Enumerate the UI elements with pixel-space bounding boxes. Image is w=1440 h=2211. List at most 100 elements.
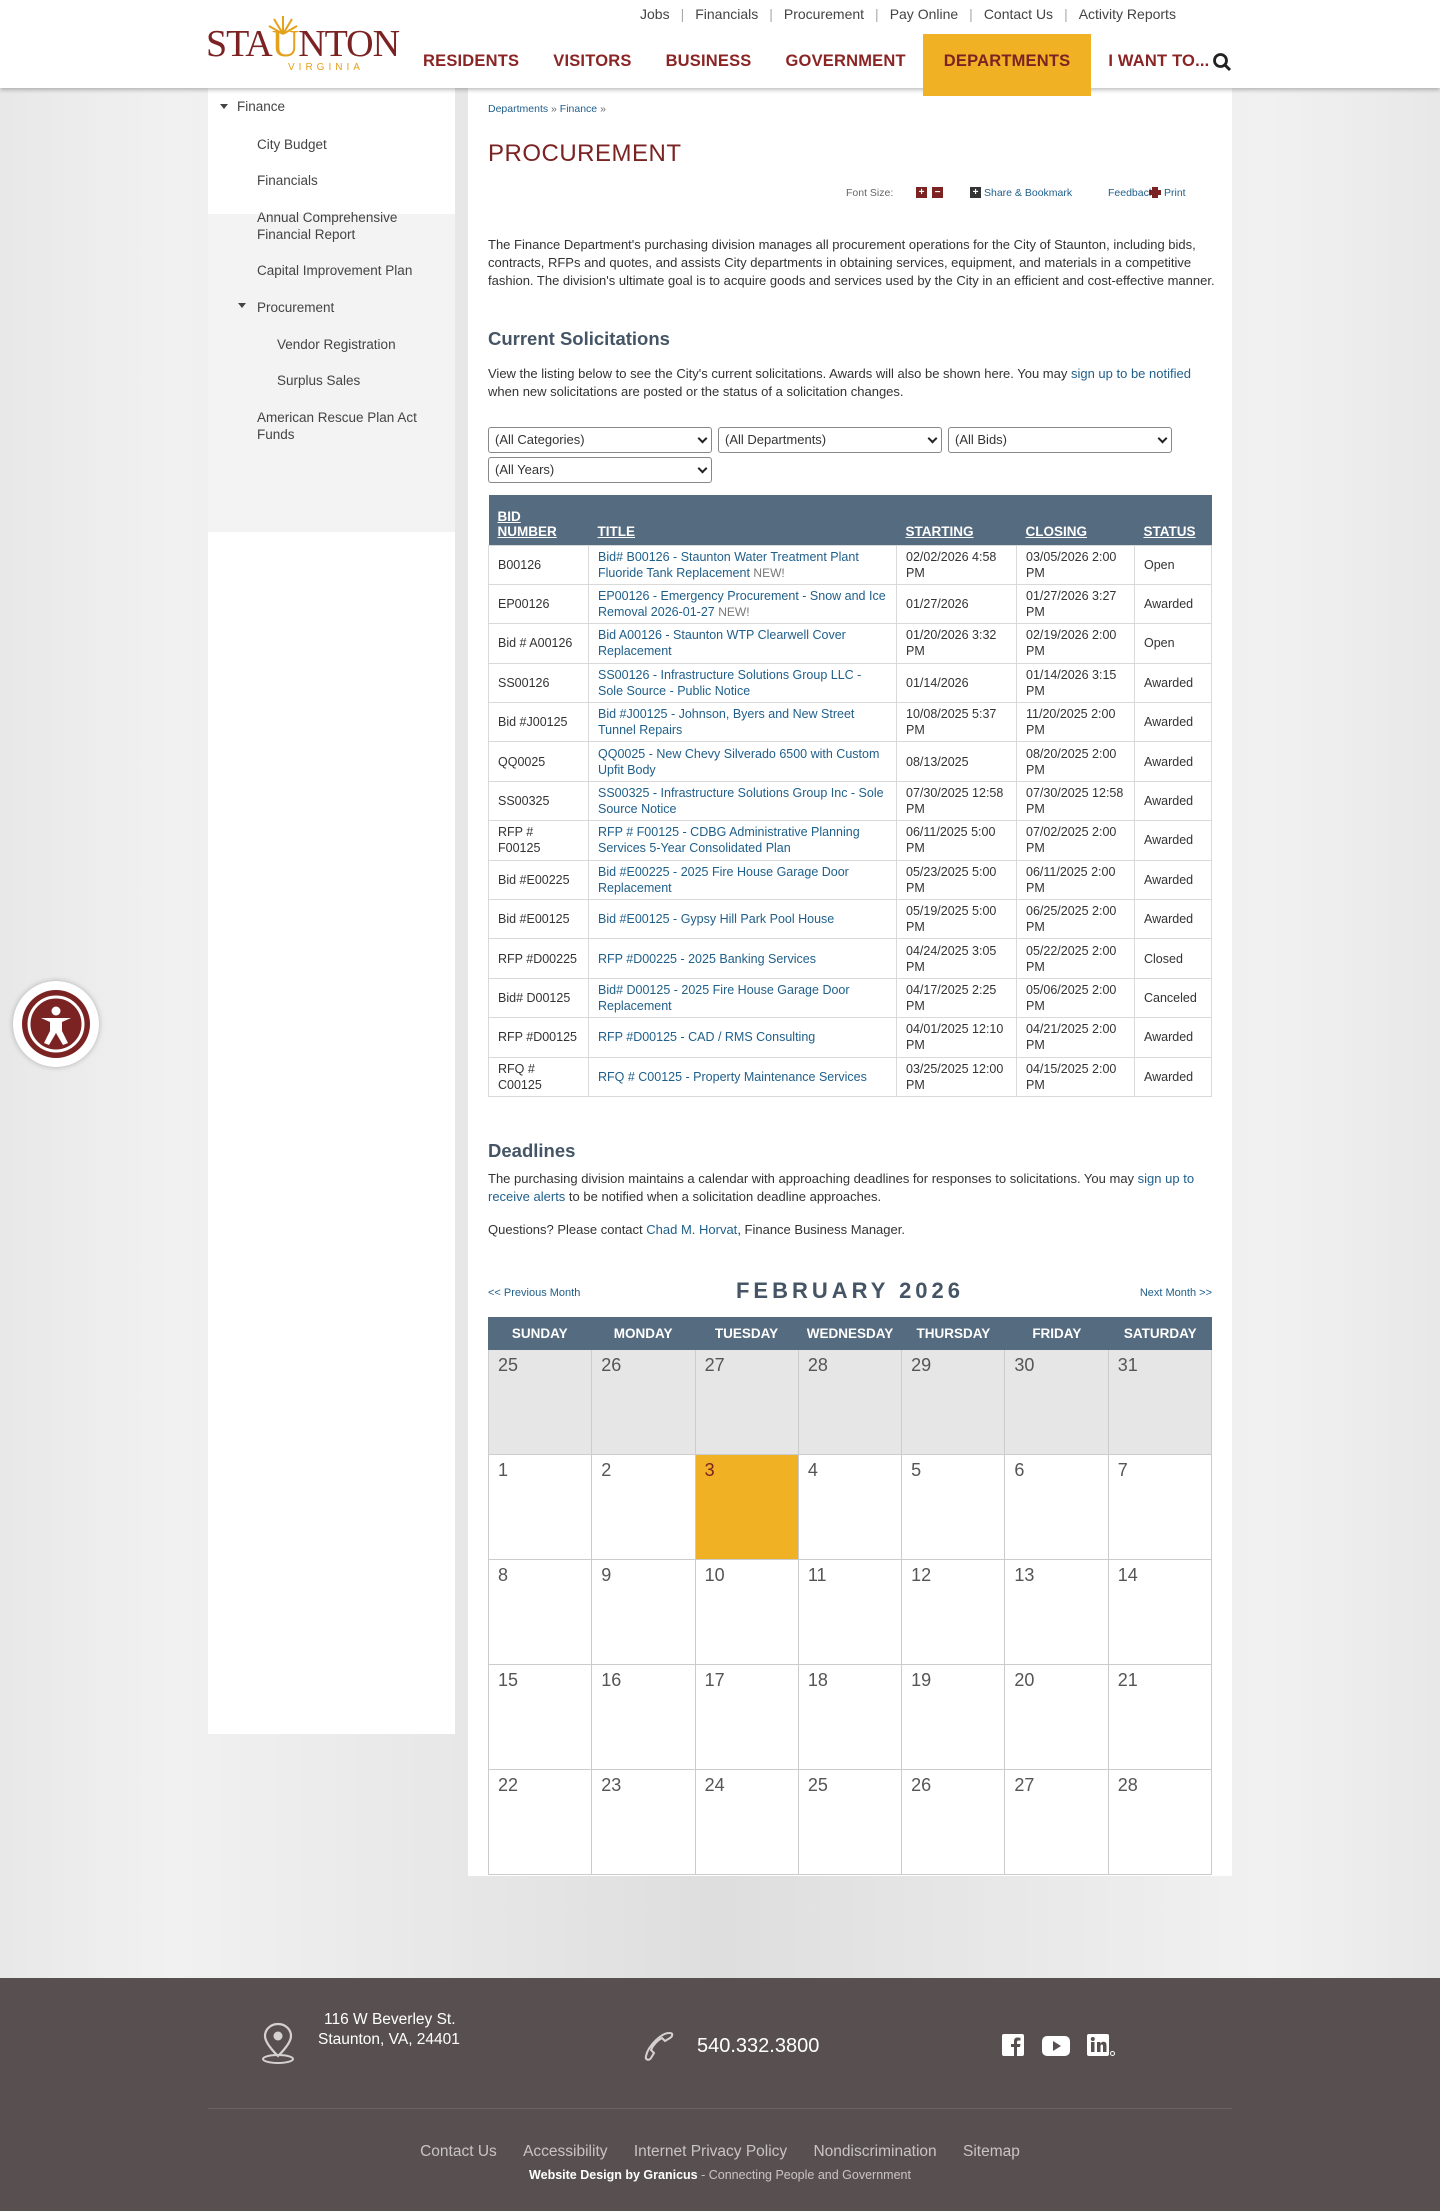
sidebar-item-capital-improvement-plan[interactable]: Capital Improvement Plan — [257, 262, 412, 279]
sidebar-item-city-budget[interactable]: City Budget — [257, 136, 327, 153]
solicitation-link[interactable]: QQ0025 - New Chevy Silverado 6500 with C… — [598, 747, 879, 777]
sign-up-notified-link[interactable]: sign up to be notified — [1071, 366, 1191, 381]
search-icon[interactable] — [1212, 52, 1232, 72]
calendar-day[interactable]: 28 — [1108, 1770, 1212, 1875]
sidebar-item-arpa-funds[interactable]: American Rescue Plan Act Funds — [257, 409, 437, 443]
category-select[interactable]: (All Categories) — [488, 427, 712, 453]
calendar-day[interactable]: 25 — [488, 1350, 593, 1455]
font-decrease-icon[interactable]: − — [932, 187, 943, 198]
footer-link-nondiscrimination[interactable]: Nondiscrimination — [813, 2143, 936, 2160]
nav-government[interactable]: GOVERNMENT — [769, 34, 923, 96]
footer-phone[interactable]: 540.332.3800 — [697, 2035, 819, 2058]
sidebar-item-surplus-sales[interactable]: Surplus Sales — [277, 372, 360, 389]
staunton-logo[interactable]: STAUNTON VIRGINIA — [206, 14, 400, 76]
calendar-day[interactable]: 19 — [902, 1665, 1006, 1770]
solicitation-link[interactable]: Bid# B00126 - Staunton Water Treatment P… — [598, 550, 859, 580]
nav-business[interactable]: BUSINESS — [649, 34, 769, 96]
calendar-day-today[interactable]: 3 — [695, 1455, 799, 1560]
col-starting[interactable]: STARTING — [896, 495, 1017, 545]
calendar-day[interactable]: 23 — [592, 1770, 696, 1875]
calendar-day[interactable]: 14 — [1108, 1560, 1212, 1665]
col-status[interactable]: STATUS — [1134, 495, 1212, 545]
calendar-day[interactable]: 1 — [488, 1455, 593, 1560]
calendar-day[interactable]: 7 — [1108, 1455, 1212, 1560]
nav-visitors[interactable]: VISITORS — [536, 34, 648, 96]
solicitation-link[interactable]: SS00126 - Infrastructure Solutions Group… — [598, 668, 861, 698]
feedback-link[interactable]: Feedback — [1108, 187, 1154, 199]
footer-link-accessibility[interactable]: Accessibility — [523, 2143, 607, 2160]
solicitation-link[interactable]: RFP # F00125 - CDBG Administrative Plann… — [598, 825, 860, 855]
calendar-day[interactable]: 4 — [798, 1455, 903, 1560]
bids-select[interactable]: (All Bids) — [948, 427, 1172, 453]
footer-link-contact-us[interactable]: Contact Us — [420, 2143, 497, 2160]
sidebar-item-vendor-registration[interactable]: Vendor Registration — [277, 336, 396, 353]
print-link[interactable]: Print — [1164, 187, 1186, 199]
footer-link-sitemap[interactable]: Sitemap — [963, 2143, 1020, 2160]
calendar-day[interactable]: 26 — [592, 1350, 696, 1455]
calendar-day[interactable]: 13 — [1005, 1560, 1109, 1665]
calendar-day[interactable]: 18 — [798, 1665, 903, 1770]
calendar-day[interactable]: 10 — [695, 1560, 799, 1665]
calendar-day[interactable]: 15 — [488, 1665, 593, 1770]
linkedin-icon[interactable] — [1087, 2034, 1117, 2056]
breadcrumb-finance[interactable]: Finance — [560, 103, 597, 115]
calendar-day[interactable]: 6 — [1005, 1455, 1109, 1560]
calendar-day[interactable]: 5 — [902, 1455, 1006, 1560]
calendar-day[interactable]: 31 — [1108, 1350, 1212, 1455]
next-month-link[interactable]: Next Month >> — [1140, 1287, 1212, 1299]
calendar-day[interactable]: 22 — [488, 1770, 593, 1875]
nav-residents[interactable]: RESIDENTS — [406, 34, 536, 96]
calendar-day[interactable]: 24 — [695, 1770, 799, 1875]
nav-departments[interactable]: DEPARTMENTS — [922, 34, 1092, 96]
calendar-day[interactable]: 21 — [1108, 1665, 1212, 1770]
solicitation-link[interactable]: Bid A00126 - Staunton WTP Clearwell Cove… — [598, 628, 846, 658]
granicus-link[interactable]: Website Design by Granicus — [529, 2168, 698, 2182]
toplink-financials[interactable]: Financials — [695, 6, 758, 22]
solicitation-link[interactable]: RFP #D00225 - 2025 Banking Services — [598, 952, 816, 966]
facebook-icon[interactable] — [1002, 2034, 1024, 2056]
col-bid-number[interactable]: BID NUMBER — [488, 495, 589, 545]
contact-link[interactable]: Chad M. Horvat — [646, 1222, 737, 1237]
calendar-day[interactable]: 8 — [488, 1560, 593, 1665]
year-select[interactable]: (All Years) — [488, 457, 712, 483]
toplink-activity-reports[interactable]: Activity Reports — [1079, 6, 1176, 22]
sidebar-item-financials[interactable]: Financials — [257, 172, 318, 189]
calendar-day[interactable]: 29 — [902, 1350, 1006, 1455]
toplink-procurement[interactable]: Procurement — [784, 6, 864, 22]
calendar-day[interactable]: 11 — [798, 1560, 903, 1665]
solicitation-link[interactable]: Bid #J00125 - Johnson, Byers and New Str… — [598, 707, 854, 737]
toplink-jobs[interactable]: Jobs — [640, 6, 670, 22]
solicitation-link[interactable]: SS00325 - Infrastructure Solutions Group… — [598, 786, 884, 816]
nav-i-want-to[interactable]: I WANT TO... — [1091, 34, 1226, 96]
solicitation-link[interactable]: RFQ # C00125 - Property Maintenance Serv… — [598, 1070, 867, 1084]
calendar-day[interactable]: 30 — [1005, 1350, 1109, 1455]
calendar-day[interactable]: 27 — [695, 1350, 799, 1455]
share-bookmark-link[interactable]: Share & Bookmark — [984, 187, 1072, 199]
solicitation-link[interactable]: Bid #E00125 - Gypsy Hill Park Pool House — [598, 912, 834, 926]
calendar-day[interactable]: 12 — [902, 1560, 1006, 1665]
toplink-pay-online[interactable]: Pay Online — [890, 6, 958, 22]
solicitation-link[interactable]: Bid #E00225 - 2025 Fire House Garage Doo… — [598, 865, 849, 895]
youtube-icon[interactable] — [1042, 2036, 1070, 2056]
solicitation-link[interactable]: RFP #D00125 - CAD / RMS Consulting — [598, 1030, 815, 1044]
footer-link-privacy-policy[interactable]: Internet Privacy Policy — [634, 2143, 787, 2160]
calendar-day[interactable]: 25 — [798, 1770, 903, 1875]
breadcrumb-departments[interactable]: Departments — [488, 103, 548, 115]
sidebar-item-finance[interactable]: Finance — [237, 98, 285, 115]
solicitation-link[interactable]: Bid# D00125 - 2025 Fire House Garage Doo… — [598, 983, 850, 1013]
font-increase-icon[interactable]: + — [916, 187, 927, 198]
sidebar-item-procurement[interactable]: Procurement — [257, 299, 334, 316]
calendar-day[interactable]: 28 — [798, 1350, 903, 1455]
calendar-day[interactable]: 17 — [695, 1665, 799, 1770]
calendar-day[interactable]: 9 — [592, 1560, 696, 1665]
calendar-day[interactable]: 20 — [1005, 1665, 1109, 1770]
department-select[interactable]: (All Departments) — [718, 427, 942, 453]
accessibility-button[interactable] — [13, 981, 99, 1067]
col-closing[interactable]: CLOSING — [1016, 495, 1135, 545]
sidebar-item-acfr[interactable]: Annual Comprehensive Financial Report — [257, 209, 427, 243]
calendar-day[interactable]: 26 — [902, 1770, 1006, 1875]
toplink-contact-us[interactable]: Contact Us — [984, 6, 1053, 22]
col-title[interactable]: TITLE — [588, 495, 897, 545]
calendar-day[interactable]: 27 — [1005, 1770, 1109, 1875]
calendar-day[interactable]: 2 — [592, 1455, 696, 1560]
